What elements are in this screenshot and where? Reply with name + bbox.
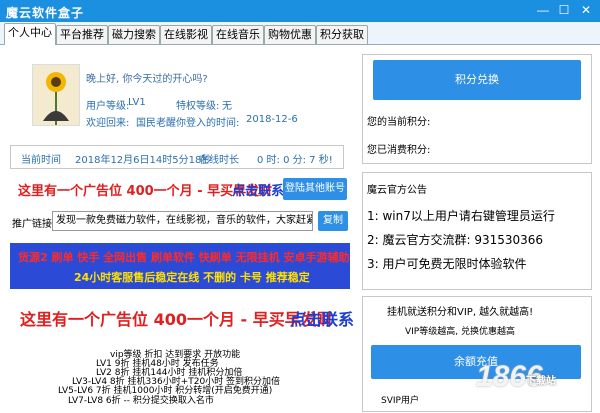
recharge-footer-text: SVIP用户: [381, 396, 419, 406]
level-value: LV1: [128, 97, 146, 108]
points-panel: 积分兑换 您的当前积分: 您已消费积分:: [362, 54, 592, 164]
time-bar: 当前时间 2018年12月6日14时5分18秒 在线时长 0 时: 0 分: 7…: [10, 145, 344, 169]
ad-contact-link-big[interactable]: 点击联系: [290, 306, 354, 330]
maximize-button[interactable]: ☐: [555, 2, 573, 18]
avatar: [32, 64, 80, 126]
online-duration-label: 在线时长: [199, 155, 239, 166]
title-bar: 魔云软件盒子 — ☐ ✕: [0, 0, 600, 22]
promo-label: 推广链接: [12, 219, 52, 230]
spent-points-label: 您已消费积分:: [367, 145, 431, 156]
close-button[interactable]: ✕: [577, 2, 595, 18]
recharge-info-line-1: 挂机就送积分和VIP, 越久就越高!: [387, 307, 534, 318]
tab-points-earn[interactable]: 积分获取: [316, 25, 368, 44]
promo-link-field[interactable]: 发现一款免费磁力软件，在线影视，音乐的软件，大家赶紧来下载: [52, 211, 313, 231]
announcement-title: 魔云官方公告: [367, 185, 427, 196]
announcement-item: 3: 用户可免费无限时体验软件: [367, 257, 527, 271]
ad-contact-link-top[interactable]: 点击联系: [232, 180, 284, 199]
tab-bar: 个人中心 平台推荐 磁力搜索 在线影视 在线音乐 购物优惠 积分获取: [0, 22, 600, 45]
tab-platform-recommend[interactable]: 平台推荐: [56, 25, 108, 44]
site-watermark-sub: 下载站: [526, 376, 556, 387]
announcement-panel: 魔云官方公告 1: win7以上用户请右键管理员运行 2: 魔云官方交流群: 9…: [362, 172, 592, 290]
announcement-item: 2: 魔云官方交流群: 931530366: [367, 233, 544, 247]
online-duration-value: 0 时: 0 分: 7 秒!: [257, 155, 333, 166]
window-title: 魔云软件盒子: [6, 6, 85, 20]
login-date: 2018-12-6: [246, 114, 298, 125]
current-time-label: 当前时间: [21, 155, 61, 166]
tab-shopping-deals[interactable]: 购物优惠: [264, 25, 316, 44]
tab-personal-center[interactable]: 个人中心: [4, 23, 56, 45]
privilege-label: 特权等级:: [176, 101, 220, 112]
welcome-label: 欢迎回来:: [86, 118, 130, 129]
tab-magnet-search[interactable]: 磁力搜索: [108, 25, 160, 44]
recharge-info-line-2: VIP等级越高, 兑换优惠越高: [405, 327, 515, 337]
sunflower-icon: [33, 65, 79, 125]
tab-online-video[interactable]: 在线影视: [160, 25, 212, 44]
copy-button[interactable]: 复制: [318, 211, 348, 231]
login-label: 你登入的时间:: [176, 118, 240, 129]
user-name: 国民老醒: [136, 118, 176, 129]
privilege-value: 无: [222, 101, 232, 112]
promo-banner[interactable]: 货源2 刷单 快手 全网出售 刷单软件 快刷单 无限挂机 安卓手游辅助-飞控 代…: [10, 243, 350, 289]
tab-online-music[interactable]: 在线音乐: [212, 25, 264, 44]
greeting-text: 晚上好, 你今天过的开心吗?: [86, 74, 208, 85]
announcement-item: 1: win7以上用户请右键管理员运行: [367, 209, 555, 223]
current-points-label: 您的当前积分:: [367, 117, 431, 128]
banner-line-1: 货源2 刷单 快手 全网出售 刷单软件 快刷单 无限挂机 安卓手游辅助-飞控 代…: [18, 251, 350, 264]
points-exchange-button[interactable]: 积分兑换: [373, 60, 581, 100]
vip-line: LV7-LV8 6折 -- 积分提交换取入名市: [68, 396, 214, 406]
banner-line-2: 24小时客服售后稳定在线 不删的 卡号 推荐稳定: [74, 271, 310, 284]
ad-text-big: 这里有一个广告位 400一个月 - 早买早发财: [20, 310, 333, 329]
minimize-button[interactable]: —: [534, 2, 552, 18]
level-label: 用户等级:: [86, 101, 130, 112]
switch-account-button[interactable]: 登陆其他账号: [283, 178, 347, 200]
current-time-value: 2018年12月6日14时5分18秒: [75, 155, 212, 166]
recharge-panel: 挂机就送积分和VIP, 越久就越高! VIP等级越高, 兑换优惠越高 余额充值 …: [362, 296, 592, 412]
